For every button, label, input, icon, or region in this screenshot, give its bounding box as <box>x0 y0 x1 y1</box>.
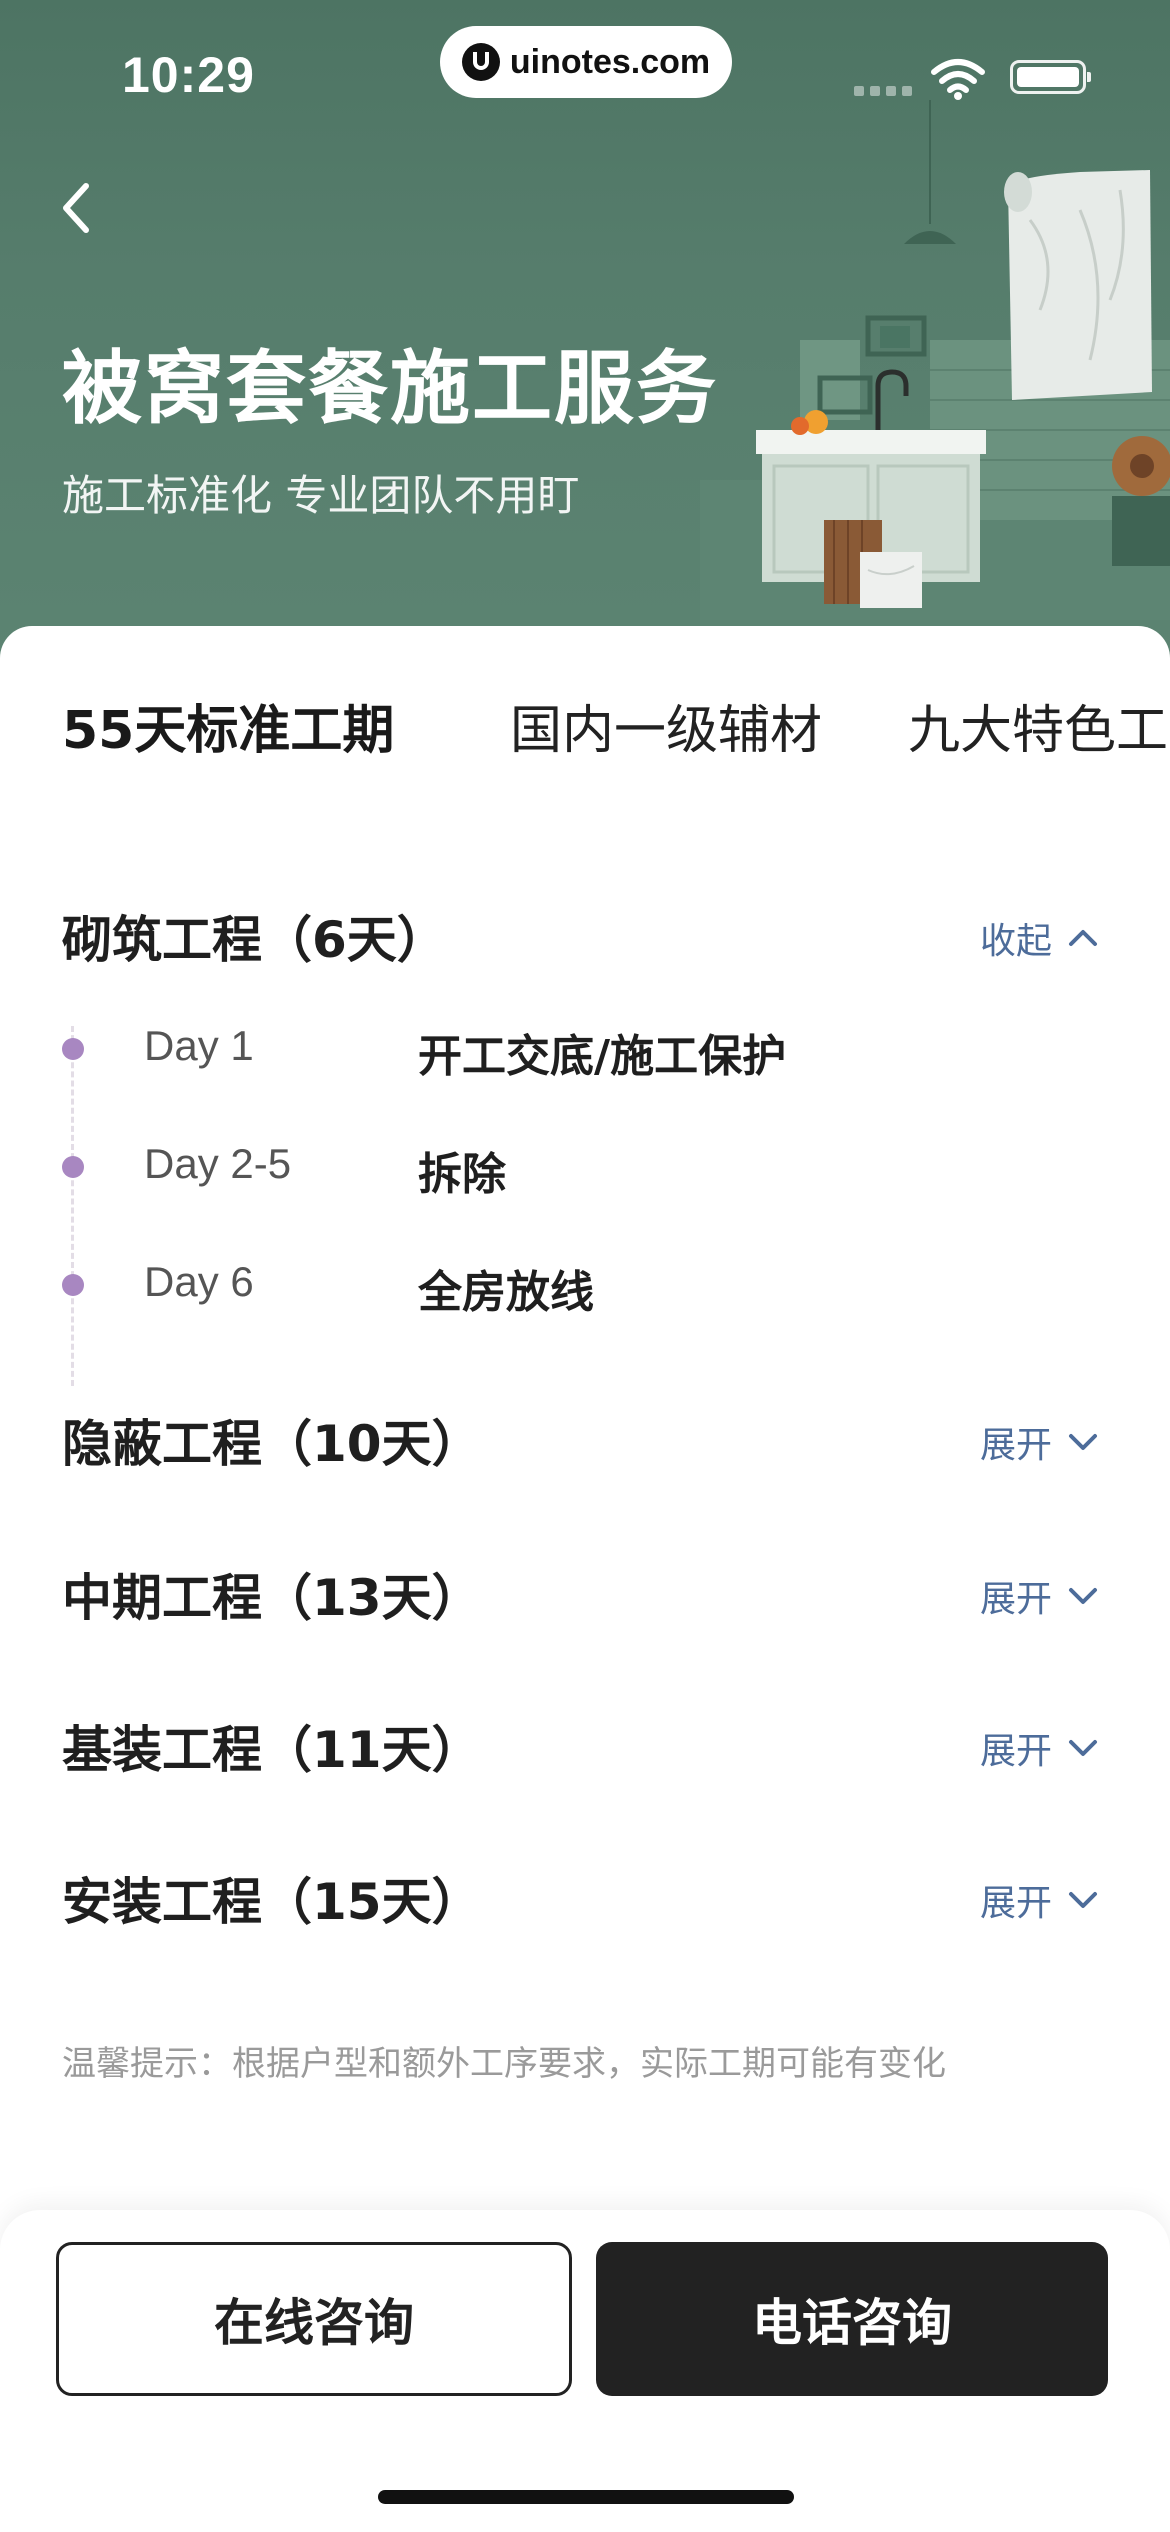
timeline-item: Day 6 全房放线 <box>0 1254 1170 1318</box>
expand-toggle[interactable]: 展开 <box>980 1416 1100 1468</box>
tab-craftsmanship[interactable]: 九大特色工艺 <box>908 688 1170 763</box>
url-pill: uinotes.com <box>440 26 732 98</box>
chevron-up-icon <box>1069 930 1097 946</box>
timeline-dot <box>62 1156 84 1178</box>
chevron-down-icon <box>1069 1588 1097 1604</box>
timeline-item: Day 2-5 拆除 <box>0 1136 1170 1200</box>
phone-consult-button[interactable]: 电话咨询 <box>596 2242 1108 2396</box>
expand-toggle[interactable]: 展开 <box>980 1722 1100 1774</box>
timeline-task: 拆除 <box>418 1149 506 1200</box>
timeline-dot <box>62 1038 84 1060</box>
timeline-day: Day 1 <box>144 1022 254 1069</box>
online-consult-button[interactable]: 在线咨询 <box>56 2242 572 2396</box>
timeline-task: 全房放线 <box>418 1267 594 1318</box>
page-title: 被窝套餐施工服务 <box>62 342 718 435</box>
tab-materials[interactable]: 国内一级辅材 <box>510 688 822 763</box>
wifi-icon <box>931 59 985 100</box>
toggle-label: 展开 <box>979 1425 1052 1466</box>
section-title: 基装工程（11天） <box>62 1721 482 1779</box>
timeline-day: Day 6 <box>144 1258 254 1305</box>
section-basic: 基装工程（11天） 展开 <box>0 1710 1170 1790</box>
url-text: uinotes.com <box>509 42 711 81</box>
timeline-item: Day 1 开工交底/施工保护 <box>0 1018 1170 1082</box>
tab-bar: 55天标准工期 国内一级辅材 九大特色工艺 <box>0 688 1170 768</box>
status-time: 10:29 <box>122 47 255 103</box>
collapse-toggle[interactable]: 收起 <box>980 912 1100 964</box>
toggle-label: 收起 <box>979 921 1052 962</box>
toggle-label: 展开 <box>979 1883 1052 1924</box>
section-title: 中期工程（13天） <box>62 1569 482 1627</box>
back-chevron-icon[interactable] <box>52 176 100 240</box>
toggle-label: 展开 <box>979 1579 1052 1620</box>
chevron-down-icon <box>1069 1434 1097 1450</box>
section-midterm: 中期工程（13天） 展开 <box>0 1558 1170 1638</box>
uinotes-logo-icon <box>461 43 500 81</box>
home-indicator[interactable] <box>378 2490 794 2504</box>
kitchen-illustration <box>700 100 1170 620</box>
expand-toggle[interactable]: 展开 <box>980 1874 1100 1926</box>
timeline-day: Day 2-5 <box>144 1140 292 1187</box>
chevron-down-icon <box>1069 1740 1097 1756</box>
timeline-line <box>71 1026 74 1386</box>
battery-icon <box>1010 60 1091 94</box>
page-subtitle: 施工标准化 专业团队不用盯 <box>62 471 580 520</box>
timeline-task: 开工交底/施工保护 <box>418 1031 787 1082</box>
warm-tip: 温馨提示：根据户型和额外工序要求，实际工期可能有变化 <box>62 2044 946 2084</box>
tab-standard-schedule[interactable]: 55天标准工期 <box>62 688 394 763</box>
toggle-label: 展开 <box>979 1731 1052 1772</box>
section-title: 隐蔽工程（10天） <box>62 1415 482 1473</box>
section-title: 安装工程（15天） <box>62 1873 482 1931</box>
cellular-signal-icon <box>854 86 912 96</box>
chevron-down-icon <box>1069 1892 1097 1908</box>
section-installation: 安装工程（15天） 展开 <box>0 1862 1170 1942</box>
hero-banner: 10:29 uinotes.com 被窝套餐施工服务 施工标准化 专业团队不用盯 <box>0 0 1170 680</box>
expand-toggle[interactable]: 展开 <box>980 1570 1100 1622</box>
bottom-action-bar: 在线咨询 电话咨询 <box>0 2210 1170 2532</box>
section-title: 砌筑工程（6天） <box>62 911 447 969</box>
section-masonry: 砌筑工程（6天） 收起 <box>0 900 1170 980</box>
section-concealed: 隐蔽工程（10天） 展开 <box>0 1404 1170 1484</box>
timeline-dot <box>62 1274 84 1296</box>
